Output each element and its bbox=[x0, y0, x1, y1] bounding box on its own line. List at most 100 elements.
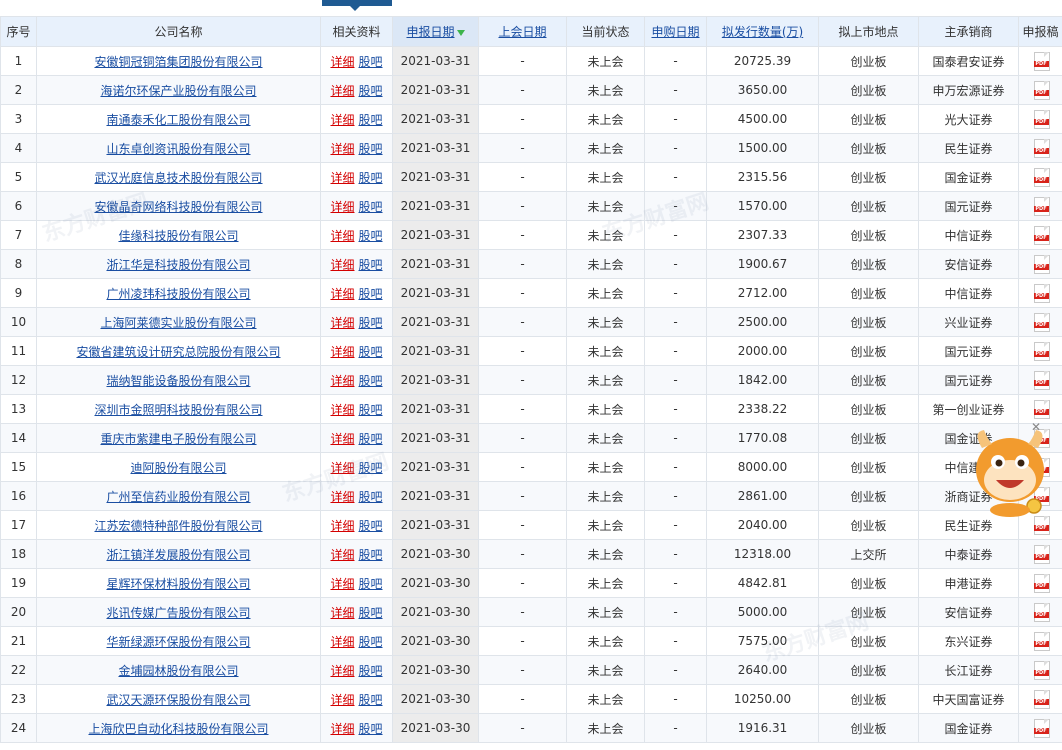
detail-link[interactable]: 详细 bbox=[330, 606, 354, 620]
pdf-icon[interactable]: PDF bbox=[1033, 313, 1050, 332]
forum-link[interactable]: 股吧 bbox=[359, 84, 383, 98]
company-link[interactable]: 安徽晶奇网络科技股份有限公司 bbox=[94, 200, 262, 214]
company-link[interactable]: 星辉环保材料股份有限公司 bbox=[106, 577, 250, 591]
company-link[interactable]: 佳缘科技股份有限公司 bbox=[118, 229, 238, 243]
company-link[interactable]: 深圳市金照明科技股份有限公司 bbox=[94, 403, 262, 417]
pdf-icon[interactable]: PDF bbox=[1033, 81, 1050, 100]
pdf-icon[interactable]: PDF bbox=[1033, 661, 1050, 680]
detail-link[interactable]: 详细 bbox=[330, 635, 354, 649]
detail-link[interactable]: 详细 bbox=[330, 519, 354, 533]
detail-link[interactable]: 详细 bbox=[330, 229, 354, 243]
pdf-icon[interactable]: PDF bbox=[1033, 603, 1050, 622]
forum-link[interactable]: 股吧 bbox=[359, 374, 383, 388]
company-link[interactable]: 金埔园林股份有限公司 bbox=[118, 664, 238, 678]
forum-link[interactable]: 股吧 bbox=[359, 461, 383, 475]
forum-link[interactable]: 股吧 bbox=[359, 577, 383, 591]
pdf-icon[interactable]: PDF bbox=[1033, 516, 1050, 535]
pdf-icon[interactable]: PDF bbox=[1033, 719, 1050, 738]
pdf-icon[interactable]: PDF bbox=[1033, 574, 1050, 593]
company-link[interactable]: 安徽省建筑设计研究总院股份有限公司 bbox=[76, 345, 280, 359]
forum-link[interactable]: 股吧 bbox=[359, 229, 383, 243]
detail-link[interactable]: 详细 bbox=[330, 548, 354, 562]
company-link[interactable]: 上海欣巴自动化科技股份有限公司 bbox=[88, 722, 268, 736]
company-link[interactable]: 南通泰禾化工股份有限公司 bbox=[106, 113, 250, 127]
company-link[interactable]: 兆讯传媒广告股份有限公司 bbox=[106, 606, 250, 620]
forum-link[interactable]: 股吧 bbox=[359, 519, 383, 533]
detail-link[interactable]: 详细 bbox=[330, 577, 354, 591]
pdf-icon[interactable]: PDF bbox=[1033, 52, 1050, 71]
forum-link[interactable]: 股吧 bbox=[359, 664, 383, 678]
pdf-icon[interactable]: PDF bbox=[1033, 139, 1050, 158]
forum-link[interactable]: 股吧 bbox=[359, 345, 383, 359]
pdf-icon[interactable]: PDF bbox=[1033, 255, 1050, 274]
company-link[interactable]: 华新绿源环保股份有限公司 bbox=[106, 635, 250, 649]
mascot-close-icon[interactable]: ✕ bbox=[1031, 420, 1041, 434]
cell-meeting-date: - bbox=[478, 278, 567, 308]
forum-link[interactable]: 股吧 bbox=[359, 287, 383, 301]
forum-link[interactable]: 股吧 bbox=[359, 403, 383, 417]
company-link[interactable]: 江苏宏德特种部件股份有限公司 bbox=[94, 519, 262, 533]
detail-link[interactable]: 详细 bbox=[330, 374, 354, 388]
pdf-icon[interactable]: PDF bbox=[1033, 371, 1050, 390]
forum-link[interactable]: 股吧 bbox=[359, 316, 383, 330]
forum-link[interactable]: 股吧 bbox=[359, 113, 383, 127]
company-link[interactable]: 浙江镇洋发展股份有限公司 bbox=[106, 548, 250, 562]
detail-link[interactable]: 详细 bbox=[330, 722, 354, 736]
col-header-filing-date[interactable]: 申报日期 bbox=[392, 16, 479, 47]
cell-quantity: 1900.67 bbox=[706, 249, 819, 279]
detail-link[interactable]: 详细 bbox=[330, 403, 354, 417]
pdf-icon[interactable]: PDF bbox=[1033, 168, 1050, 187]
company-link[interactable]: 迪阿股份有限公司 bbox=[130, 461, 226, 475]
detail-link[interactable]: 详细 bbox=[330, 171, 354, 185]
detail-link[interactable]: 详细 bbox=[330, 287, 354, 301]
company-link[interactable]: 上海阿莱德实业股份有限公司 bbox=[100, 316, 256, 330]
pdf-icon[interactable]: PDF bbox=[1033, 400, 1050, 419]
company-link[interactable]: 广州凌玮科技股份有限公司 bbox=[106, 287, 250, 301]
detail-link[interactable]: 详细 bbox=[330, 55, 354, 69]
detail-link[interactable]: 详细 bbox=[330, 490, 354, 504]
forum-link[interactable]: 股吧 bbox=[359, 432, 383, 446]
forum-link[interactable]: 股吧 bbox=[359, 722, 383, 736]
company-link[interactable]: 山东卓创资讯股份有限公司 bbox=[106, 142, 250, 156]
pdf-icon[interactable]: PDF bbox=[1033, 226, 1050, 245]
detail-link[interactable]: 详细 bbox=[330, 200, 354, 214]
detail-link[interactable]: 详细 bbox=[330, 142, 354, 156]
forum-link[interactable]: 股吧 bbox=[359, 635, 383, 649]
pdf-icon[interactable]: PDF bbox=[1033, 284, 1050, 303]
forum-link[interactable]: 股吧 bbox=[359, 606, 383, 620]
company-link[interactable]: 浙江华是科技股份有限公司 bbox=[106, 258, 250, 272]
detail-link[interactable]: 详细 bbox=[330, 316, 354, 330]
forum-link[interactable]: 股吧 bbox=[359, 142, 383, 156]
company-link[interactable]: 重庆市紫建电子股份有限公司 bbox=[100, 432, 256, 446]
detail-link[interactable]: 详细 bbox=[330, 432, 354, 446]
company-link[interactable]: 安徽铜冠铜箔集团股份有限公司 bbox=[94, 55, 262, 69]
detail-link[interactable]: 详细 bbox=[330, 84, 354, 98]
col-header-subscription-date[interactable]: 申购日期 bbox=[644, 16, 707, 47]
detail-link[interactable]: 详细 bbox=[330, 113, 354, 127]
company-link[interactable]: 海诺尔环保产业股份有限公司 bbox=[100, 84, 256, 98]
forum-link[interactable]: 股吧 bbox=[359, 548, 383, 562]
company-link[interactable]: 瑞纳智能设备股份有限公司 bbox=[106, 374, 250, 388]
pdf-icon[interactable]: PDF bbox=[1033, 197, 1050, 216]
forum-link[interactable]: 股吧 bbox=[359, 258, 383, 272]
forum-link[interactable]: 股吧 bbox=[359, 200, 383, 214]
forum-link[interactable]: 股吧 bbox=[359, 490, 383, 504]
pdf-icon[interactable]: PDF bbox=[1033, 632, 1050, 651]
detail-link[interactable]: 详细 bbox=[330, 664, 354, 678]
col-header-meeting-date[interactable]: 上会日期 bbox=[478, 16, 567, 47]
detail-link[interactable]: 详细 bbox=[330, 693, 354, 707]
pdf-icon[interactable]: PDF bbox=[1033, 690, 1050, 709]
company-link[interactable]: 武汉天源环保股份有限公司 bbox=[106, 693, 250, 707]
pdf-icon[interactable]: PDF bbox=[1033, 110, 1050, 129]
forum-link[interactable]: 股吧 bbox=[359, 171, 383, 185]
detail-link[interactable]: 详细 bbox=[330, 258, 354, 272]
forum-link[interactable]: 股吧 bbox=[359, 693, 383, 707]
detail-link[interactable]: 详细 bbox=[330, 345, 354, 359]
pdf-icon[interactable]: PDF bbox=[1033, 342, 1050, 361]
detail-link[interactable]: 详细 bbox=[330, 461, 354, 475]
company-link[interactable]: 武汉光庭信息技术股份有限公司 bbox=[94, 171, 262, 185]
forum-link[interactable]: 股吧 bbox=[359, 55, 383, 69]
col-header-quantity[interactable]: 拟发行数量(万) bbox=[706, 16, 819, 47]
company-link[interactable]: 广州至信药业股份有限公司 bbox=[106, 490, 250, 504]
pdf-icon[interactable]: PDF bbox=[1033, 545, 1050, 564]
